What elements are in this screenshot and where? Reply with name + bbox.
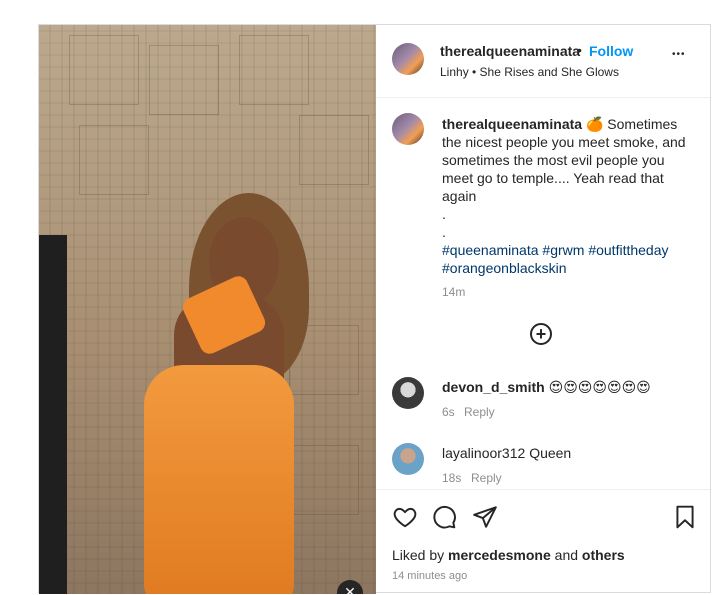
- comment-time: 6s: [442, 405, 455, 419]
- more-options-icon[interactable]: •••: [672, 49, 686, 60]
- paper-plane-icon[interactable]: [472, 504, 498, 530]
- acoustic-panel: [79, 125, 149, 195]
- commenter-avatar[interactable]: [392, 443, 424, 475]
- liked-by-user[interactable]: mercedesmone: [448, 547, 551, 563]
- acoustic-panel: [239, 35, 309, 105]
- close-icon[interactable]: ✕: [337, 580, 363, 594]
- caption-avatar[interactable]: [392, 113, 424, 145]
- acoustic-panel: [299, 115, 369, 185]
- bookmark-icon[interactable]: [672, 504, 698, 530]
- acoustic-panel: [149, 45, 219, 115]
- hashtag-link[interactable]: #outfittheday: [588, 242, 668, 258]
- clothing-rack: [39, 235, 67, 594]
- author-username[interactable]: therealqueenaminata: [440, 43, 580, 59]
- comment-row: devon_d_smith 😍😍😍😍😍😍😍: [442, 379, 651, 396]
- comment-time: 18s: [442, 471, 462, 485]
- comment-icon[interactable]: [431, 504, 457, 530]
- comment-row: layalinoor312 Queen: [442, 445, 571, 461]
- hashtag-link[interactable]: #grwm: [542, 242, 584, 258]
- comment-username[interactable]: layalinoor312: [442, 445, 525, 461]
- caption-time: 14m: [442, 285, 466, 299]
- reply-button[interactable]: Reply: [471, 471, 502, 485]
- hashtag-link[interactable]: #queenaminata: [442, 242, 539, 258]
- post-dialog: ✕ therealqueenaminata • Follow Linhy • S…: [38, 24, 711, 594]
- post-sidebar: therealqueenaminata • Follow Linhy • She…: [376, 25, 710, 592]
- post-timestamp[interactable]: 14 minutes ago: [392, 570, 467, 582]
- author-avatar[interactable]: [392, 43, 424, 75]
- likes-summary: Liked by mercedesmone and others: [392, 547, 625, 563]
- heart-icon[interactable]: [392, 504, 418, 530]
- orange-dress: [144, 365, 294, 594]
- comment-text: 😍😍😍😍😍😍😍: [548, 379, 651, 395]
- reply-button[interactable]: Reply: [464, 405, 495, 419]
- commenter-avatar[interactable]: [392, 377, 424, 409]
- comment-username[interactable]: devon_d_smith: [442, 379, 545, 395]
- hashtag-link[interactable]: #orangeonblackskin: [442, 260, 567, 276]
- acoustic-panel: [289, 445, 359, 515]
- comment-text: Queen: [529, 445, 572, 461]
- liked-by-label: Liked by: [392, 547, 445, 563]
- follow-button[interactable]: Follow: [589, 43, 633, 59]
- liked-by-others[interactable]: others: [582, 547, 625, 563]
- acoustic-panel: [69, 35, 139, 105]
- caption-dot: .: [442, 206, 446, 222]
- caption-dot: .: [442, 224, 446, 240]
- audio-label[interactable]: Linhy • She Rises and She Glows: [440, 65, 619, 79]
- separator-dot: •: [577, 42, 582, 58]
- hashtag-list: #queenaminata #grwm #outfittheday #orang…: [442, 241, 692, 277]
- caption-username[interactable]: therealqueenaminata: [442, 116, 582, 132]
- orange-emoji: 🍊: [585, 116, 604, 132]
- and-label: and: [554, 547, 579, 563]
- action-bar: Liked by mercedesmone and others 14 minu…: [376, 489, 710, 593]
- load-more-comments-icon[interactable]: +: [530, 323, 552, 345]
- post-header: therealqueenaminata • Follow Linhy • She…: [376, 25, 710, 98]
- caption: therealqueenaminata 🍊 Sometimes the nice…: [442, 115, 692, 277]
- post-image[interactable]: ✕: [39, 25, 376, 594]
